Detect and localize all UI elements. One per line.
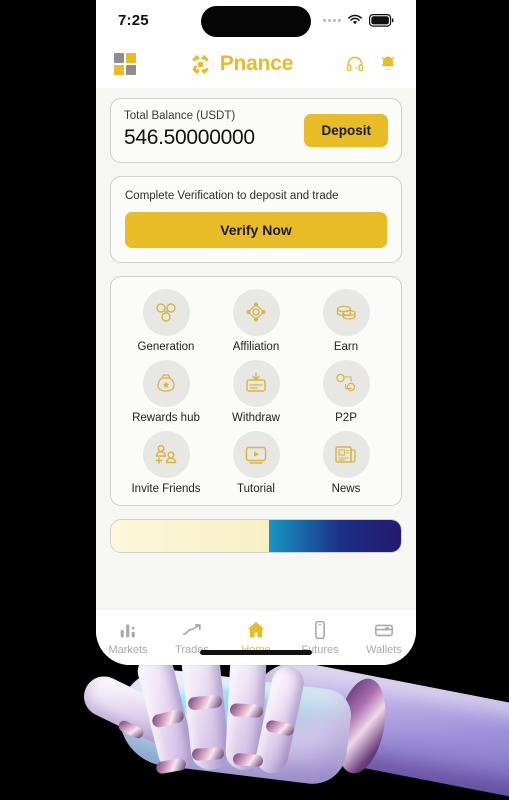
- shortcuts-card: Generation Affiliation Earn Rewards hub …: [110, 276, 402, 506]
- bell-notification-icon[interactable]: [378, 54, 398, 74]
- balance-label: Total Balance (USDT): [124, 110, 236, 122]
- promo-banner[interactable]: [110, 519, 402, 553]
- signal-dots-icon: [323, 18, 341, 22]
- affiliation-nodes-icon: [232, 289, 280, 336]
- home-icon: [247, 621, 265, 638]
- p2p-exchange-icon: [322, 360, 370, 407]
- app-header: Pnance: [96, 40, 416, 88]
- tab-label: Wallets: [366, 644, 402, 656]
- shortcut-tile-p2p[interactable]: P2P: [301, 360, 391, 424]
- brand: Pnance: [188, 52, 294, 77]
- bar-chart-icon: [120, 624, 135, 638]
- brand-name: Pnance: [219, 52, 294, 75]
- shortcut-tile-tutorial[interactable]: Tutorial: [211, 431, 301, 495]
- status-bar: 7:25: [96, 0, 416, 40]
- shortcut-label: Earn: [333, 341, 359, 353]
- pnance-diamond-logo-icon: [191, 54, 209, 74]
- battery-full-icon: [369, 13, 394, 27]
- rewards-money-bag-icon: [142, 360, 190, 407]
- dynamic-island: [201, 6, 311, 37]
- shortcut-label: Invite Friends: [131, 483, 201, 495]
- screenshot-stage: 7:25 Pnance Total Balance (USDT) 546.500…: [0, 0, 509, 800]
- shortcut-tile-affiliation[interactable]: Affiliation: [211, 289, 301, 353]
- shortcut-label: Tutorial: [237, 483, 275, 495]
- tab-markets[interactable]: Markets: [98, 619, 158, 656]
- shortcuts-grid: Generation Affiliation Earn Rewards hub …: [121, 289, 391, 495]
- shortcut-label: Affiliation: [232, 341, 280, 353]
- shortcut-label: Generation: [137, 341, 195, 353]
- status-time: 7:25: [118, 11, 149, 29]
- invite-friends-icon: [142, 431, 190, 478]
- withdraw-card-arrow-icon: [232, 360, 280, 407]
- tab-wallets[interactable]: Wallets: [354, 619, 414, 656]
- verify-now-button[interactable]: Verify Now: [125, 212, 387, 248]
- total-balance-card: Total Balance (USDT) 546.50000000 Deposi…: [110, 98, 402, 163]
- promo-banner-left: [111, 520, 270, 552]
- verification-message: Complete Verification to deposit and tra…: [125, 190, 339, 202]
- home-scroll-area[interactable]: Total Balance (USDT) 546.50000000 Deposi…: [96, 88, 416, 609]
- phone-frame: 7:25 Pnance Total Balance (USDT) 546.500…: [96, 0, 416, 665]
- shortcut-label: P2P: [335, 412, 357, 424]
- shortcut-tile-news[interactable]: News: [301, 431, 391, 495]
- deposit-button[interactable]: Deposit: [304, 114, 388, 147]
- tab-label: Markets: [108, 644, 148, 656]
- promo-banner-right: [269, 520, 401, 552]
- home-indicator: [200, 650, 312, 655]
- shortcut-tile-rewards-hub[interactable]: Rewards hub: [121, 360, 211, 424]
- verification-card: Complete Verification to deposit and tra…: [110, 176, 402, 263]
- shortcut-label: Withdraw: [232, 412, 280, 424]
- shortcut-tile-withdraw[interactable]: Withdraw: [211, 360, 301, 424]
- wifi-icon: [348, 14, 362, 25]
- shortcut-label: News: [331, 483, 361, 495]
- tutorial-video-icon: [232, 431, 280, 478]
- balance-value: 546.50000000: [124, 126, 255, 149]
- shortcut-label: Rewards hub: [132, 412, 200, 424]
- shortcut-tile-earn[interactable]: Earn: [301, 289, 391, 353]
- shortcut-tile-invite-friends[interactable]: Invite Friends: [121, 431, 211, 495]
- generation-network-icon: [142, 289, 190, 336]
- headset-support-icon[interactable]: [345, 54, 365, 74]
- bottom-tab-bar: Markets Trades Home Futures Wallets: [96, 609, 416, 665]
- news-paper-icon: [322, 431, 370, 478]
- shortcut-tile-generation[interactable]: Generation: [121, 289, 211, 353]
- app-squares-logo-icon[interactable]: [114, 53, 136, 75]
- phone-device-icon: [315, 620, 325, 640]
- trend-line-icon: [182, 624, 201, 635]
- wallet-icon: [374, 624, 394, 637]
- earn-coins-icon: [322, 289, 370, 336]
